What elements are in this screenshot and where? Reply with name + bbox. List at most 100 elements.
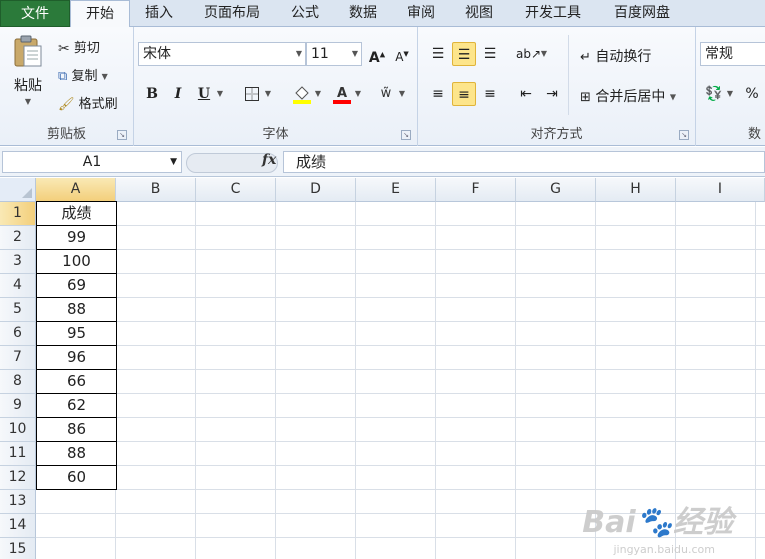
font-name-value: 宋体 bbox=[143, 46, 171, 62]
decrease-indent-button[interactable]: ⇤ bbox=[514, 82, 538, 106]
cell-a6[interactable]: 95 bbox=[36, 321, 117, 346]
percent-button[interactable]: % bbox=[740, 82, 764, 106]
align-middle-button[interactable]: ☰ bbox=[452, 42, 476, 66]
cell-a7[interactable]: 96 bbox=[36, 345, 117, 370]
align-bottom-button[interactable]: ☰ bbox=[478, 42, 502, 66]
font-color-button[interactable]: A bbox=[330, 82, 354, 106]
cell-a10[interactable]: 86 bbox=[36, 417, 117, 442]
separator bbox=[568, 35, 569, 115]
row-header-1[interactable]: 1 bbox=[0, 202, 36, 226]
align-top-icon: ☰ bbox=[431, 46, 445, 62]
column-header-g[interactable]: G bbox=[516, 178, 596, 202]
name-box[interactable]: A1 ▼ bbox=[2, 151, 182, 173]
align-center-button[interactable]: ≡ bbox=[452, 82, 476, 106]
watermark-url: jingyan.baidu.com bbox=[613, 543, 715, 556]
row-header-11[interactable]: 11 bbox=[0, 442, 36, 466]
cell-a12[interactable]: 60 bbox=[36, 465, 117, 490]
underline-button[interactable]: U bbox=[192, 82, 216, 106]
font-name-combo[interactable]: 宋体 ▼ bbox=[138, 42, 306, 66]
increase-font-button[interactable]: A▲ bbox=[365, 42, 389, 66]
column-header-c[interactable]: C bbox=[196, 178, 276, 202]
cell-a4[interactable]: 69 bbox=[36, 273, 117, 298]
row-header-3[interactable]: 3 bbox=[0, 250, 36, 274]
row-header-12[interactable]: 12 bbox=[0, 466, 36, 490]
row-header-2[interactable]: 2 bbox=[0, 226, 36, 250]
bold-button[interactable]: B bbox=[140, 82, 164, 106]
cell-a11[interactable]: 88 bbox=[36, 441, 117, 466]
copy-button[interactable]: ⧉ 复制 ▼ bbox=[58, 65, 108, 84]
fill-color-button[interactable] bbox=[290, 82, 314, 106]
font-color-dropdown[interactable]: ▼ bbox=[352, 82, 364, 106]
align-left-button[interactable]: ≡ bbox=[426, 82, 450, 106]
row-header-9[interactable]: 9 bbox=[0, 394, 36, 418]
wrap-text-label: 自动换行 bbox=[595, 49, 652, 65]
phonetic-button[interactable]: w̃ bbox=[374, 82, 398, 106]
fill-color-dropdown[interactable]: ▼ bbox=[312, 82, 324, 106]
column-header-a[interactable]: A bbox=[36, 178, 116, 202]
formula-bar: A1 ▼ fx 成绩 bbox=[0, 147, 765, 177]
tab-review[interactable]: 审阅 bbox=[392, 0, 450, 27]
formula-input[interactable]: 成绩 bbox=[283, 151, 765, 173]
wrap-text-button[interactable]: ↵ 自动换行 bbox=[580, 46, 651, 66]
accounting-dropdown[interactable]: ▼ bbox=[724, 82, 736, 106]
tab-file[interactable]: 文件 bbox=[0, 0, 70, 27]
decrease-font-button[interactable]: A▼ bbox=[390, 42, 414, 66]
tab-baidu-netdisk[interactable]: 百度网盘 bbox=[598, 0, 686, 27]
row-header-8[interactable]: 8 bbox=[0, 370, 36, 394]
cell-a8[interactable]: 66 bbox=[36, 369, 117, 394]
tab-developer[interactable]: 开发工具 bbox=[508, 0, 598, 27]
cell-a5[interactable]: 88 bbox=[36, 297, 117, 322]
column-header-f[interactable]: F bbox=[436, 178, 516, 202]
cell-a1[interactable]: 成绩 bbox=[36, 201, 117, 226]
dialog-launcher-icon[interactable]: ↘ bbox=[117, 130, 127, 140]
number-format-combo[interactable]: 常规 bbox=[700, 42, 765, 66]
borders-dropdown[interactable]: ▼ bbox=[262, 82, 274, 106]
tab-home[interactable]: 开始 bbox=[70, 0, 130, 28]
column-header-d[interactable]: D bbox=[276, 178, 356, 202]
tab-formulas[interactable]: 公式 bbox=[276, 0, 334, 27]
align-top-button[interactable]: ☰ bbox=[426, 42, 450, 66]
font-size-combo[interactable]: 11 ▼ bbox=[306, 42, 362, 66]
chevron-down-icon: ▼ bbox=[351, 49, 358, 58]
accounting-format-button[interactable]: 💱 bbox=[702, 82, 726, 106]
merge-center-label: 合并后居中 bbox=[595, 89, 666, 105]
row-header-14[interactable]: 14 bbox=[0, 514, 36, 538]
row-header-13[interactable]: 13 bbox=[0, 490, 36, 514]
column-header-i[interactable]: I bbox=[676, 178, 765, 202]
row-header-7[interactable]: 7 bbox=[0, 346, 36, 370]
row-header-5[interactable]: 5 bbox=[0, 298, 36, 322]
row-header-4[interactable]: 4 bbox=[0, 274, 36, 298]
merge-center-button[interactable]: ⊞ 合并后居中 ▼ bbox=[580, 86, 676, 106]
paste-button[interactable]: 粘贴 ▼ bbox=[8, 35, 48, 106]
row-header-15[interactable]: 15 bbox=[0, 538, 36, 559]
select-all-button[interactable] bbox=[0, 178, 36, 202]
tab-view[interactable]: 视图 bbox=[450, 0, 508, 27]
borders-button[interactable] bbox=[240, 82, 264, 106]
orientation-button[interactable]: ab↗ bbox=[516, 42, 541, 66]
underline-dropdown[interactable]: ▼ bbox=[214, 82, 226, 106]
wrap-text-icon: ↵ bbox=[580, 49, 591, 65]
tab-insert[interactable]: 插入 bbox=[130, 0, 188, 27]
column-header-e[interactable]: E bbox=[356, 178, 436, 202]
name-box-value: A1 bbox=[82, 154, 102, 170]
cut-label: 剪切 bbox=[73, 41, 100, 56]
cell-a2[interactable]: 99 bbox=[36, 225, 117, 250]
column-header-b[interactable]: B bbox=[116, 178, 196, 202]
column-header-h[interactable]: H bbox=[596, 178, 676, 202]
tab-data[interactable]: 数据 bbox=[334, 0, 392, 27]
cell-a9[interactable]: 62 bbox=[36, 393, 117, 418]
increase-indent-button[interactable]: ⇥ bbox=[540, 82, 564, 106]
phonetic-dropdown[interactable]: ▼ bbox=[396, 82, 408, 106]
tab-page-layout[interactable]: 页面布局 bbox=[188, 0, 276, 27]
cell-a3[interactable]: 100 bbox=[36, 249, 117, 274]
italic-button[interactable]: I bbox=[166, 82, 190, 106]
cut-button[interactable]: ✂ 剪切 bbox=[58, 37, 100, 57]
orientation-dropdown[interactable]: ▼ bbox=[538, 42, 550, 66]
insert-function-button[interactable]: fx bbox=[262, 152, 276, 168]
format-painter-button[interactable]: 🖌 格式刷 bbox=[58, 93, 118, 112]
dialog-launcher-icon[interactable]: ↘ bbox=[401, 130, 411, 140]
dialog-launcher-icon[interactable]: ↘ bbox=[679, 130, 689, 140]
align-right-button[interactable]: ≡ bbox=[478, 82, 502, 106]
row-header-6[interactable]: 6 bbox=[0, 322, 36, 346]
row-header-10[interactable]: 10 bbox=[0, 418, 36, 442]
